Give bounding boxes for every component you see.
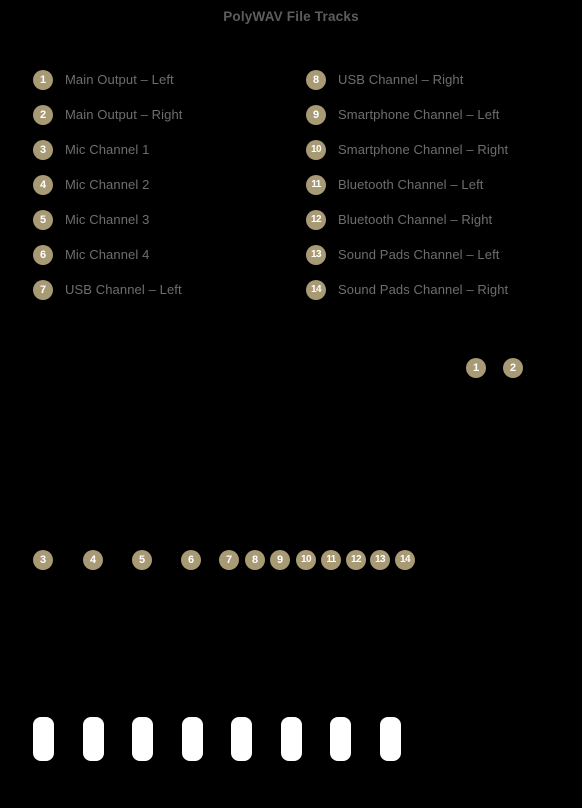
- legend-item: 2 Main Output – Right: [33, 97, 183, 132]
- legend-item-label: Sound Pads Channel – Left: [338, 247, 500, 262]
- legend-item: 1 Main Output – Left: [33, 62, 183, 97]
- callout-badge-channel: 5: [132, 550, 152, 570]
- track-number-badge: 5: [33, 209, 53, 230]
- sound-pad: [231, 717, 252, 761]
- track-number-badge: 2: [33, 104, 53, 125]
- track-number-badge: 3: [33, 139, 53, 160]
- legend-item-label: Sound Pads Channel – Right: [338, 282, 509, 297]
- track-number-badge: 11: [306, 174, 326, 195]
- track-number-badge: 10: [306, 139, 326, 160]
- track-number-badge: 7: [33, 279, 53, 300]
- track-number-badge: 14: [306, 279, 326, 300]
- sound-pad: [380, 717, 401, 761]
- legend-item-label: Main Output – Right: [65, 107, 183, 122]
- legend-item: 9 Smartphone Channel – Left: [306, 97, 508, 132]
- legend-item-label: Bluetooth Channel – Left: [338, 177, 484, 192]
- sound-pad: [33, 717, 54, 761]
- callout-badge-channel: 7: [219, 550, 239, 570]
- track-number-badge: 6: [33, 244, 53, 265]
- sound-pad: [330, 717, 351, 761]
- legend-item-label: Main Output – Left: [65, 72, 174, 87]
- sound-pad: [281, 717, 302, 761]
- callout-badge-channel: 13: [370, 550, 390, 570]
- legend-item: 11 Bluetooth Channel – Left: [306, 167, 508, 202]
- callout-badge-channel: 10: [296, 550, 316, 570]
- track-number-badge: 13: [306, 244, 326, 265]
- legend-item: 14 Sound Pads Channel – Right: [306, 272, 508, 307]
- legend-item-label: Bluetooth Channel – Right: [338, 212, 493, 227]
- legend-item: 8 USB Channel – Right: [306, 62, 508, 97]
- track-legend: 1 Main Output – Left 2 Main Output – Right 3…: [0, 62, 582, 312]
- legend-item: 7 USB Channel – Left: [33, 272, 183, 307]
- track-number-badge: 9: [306, 104, 326, 125]
- track-number-badge: 4: [33, 174, 53, 195]
- legend-item-label: USB Channel – Left: [65, 282, 182, 297]
- callout-badge-channel: 6: [181, 550, 201, 570]
- track-number-badge: 8: [306, 69, 326, 90]
- callout-badge-channel: 3: [33, 550, 53, 570]
- legend-item: 10 Smartphone Channel – Right: [306, 132, 508, 167]
- page-title: PolyWAV File Tracks: [223, 9, 359, 24]
- polywav-track-diagram: PolyWAV File Tracks 1 Main Output – Left 2…: [0, 0, 582, 808]
- legend-item-label: USB Channel – Right: [338, 72, 464, 87]
- legend-item: 6 Mic Channel 4: [33, 237, 183, 272]
- legend-item: 13 Sound Pads Channel – Left: [306, 237, 508, 272]
- callout-badge-output: 1: [466, 358, 486, 378]
- legend-item: 3 Mic Channel 1: [33, 132, 183, 167]
- legend-column-left: 1 Main Output – Left 2 Main Output – Right 3…: [33, 62, 183, 307]
- callout-badge-channel: 4: [83, 550, 103, 570]
- legend-item: 12 Bluetooth Channel – Right: [306, 202, 508, 237]
- legend-item: 5 Mic Channel 3: [33, 202, 183, 237]
- callout-badge-channel: 11: [321, 550, 341, 570]
- callout-badge-output: 2: [503, 358, 523, 378]
- legend-item: 4 Mic Channel 2: [33, 167, 183, 202]
- callout-badge-channel: 14: [395, 550, 415, 570]
- callout-badge-channel: 9: [270, 550, 290, 570]
- legend-item-label: Mic Channel 3: [65, 212, 150, 227]
- legend-item-label: Mic Channel 1: [65, 142, 150, 157]
- legend-item-label: Smartphone Channel – Left: [338, 107, 500, 122]
- track-number-badge: 1: [33, 69, 53, 90]
- legend-item-label: Smartphone Channel – Right: [338, 142, 509, 157]
- track-number-badge: 12: [306, 209, 326, 230]
- callout-badge-channel: 12: [346, 550, 366, 570]
- sound-pad-row: [33, 717, 433, 761]
- legend-item-label: Mic Channel 2: [65, 177, 150, 192]
- sound-pad: [182, 717, 203, 761]
- legend-item-label: Mic Channel 4: [65, 247, 150, 262]
- sound-pad: [132, 717, 153, 761]
- sound-pad: [83, 717, 104, 761]
- callout-badge-channel: 8: [245, 550, 265, 570]
- legend-column-right: 8 USB Channel – Right 9 Smartphone Channel …: [306, 62, 508, 307]
